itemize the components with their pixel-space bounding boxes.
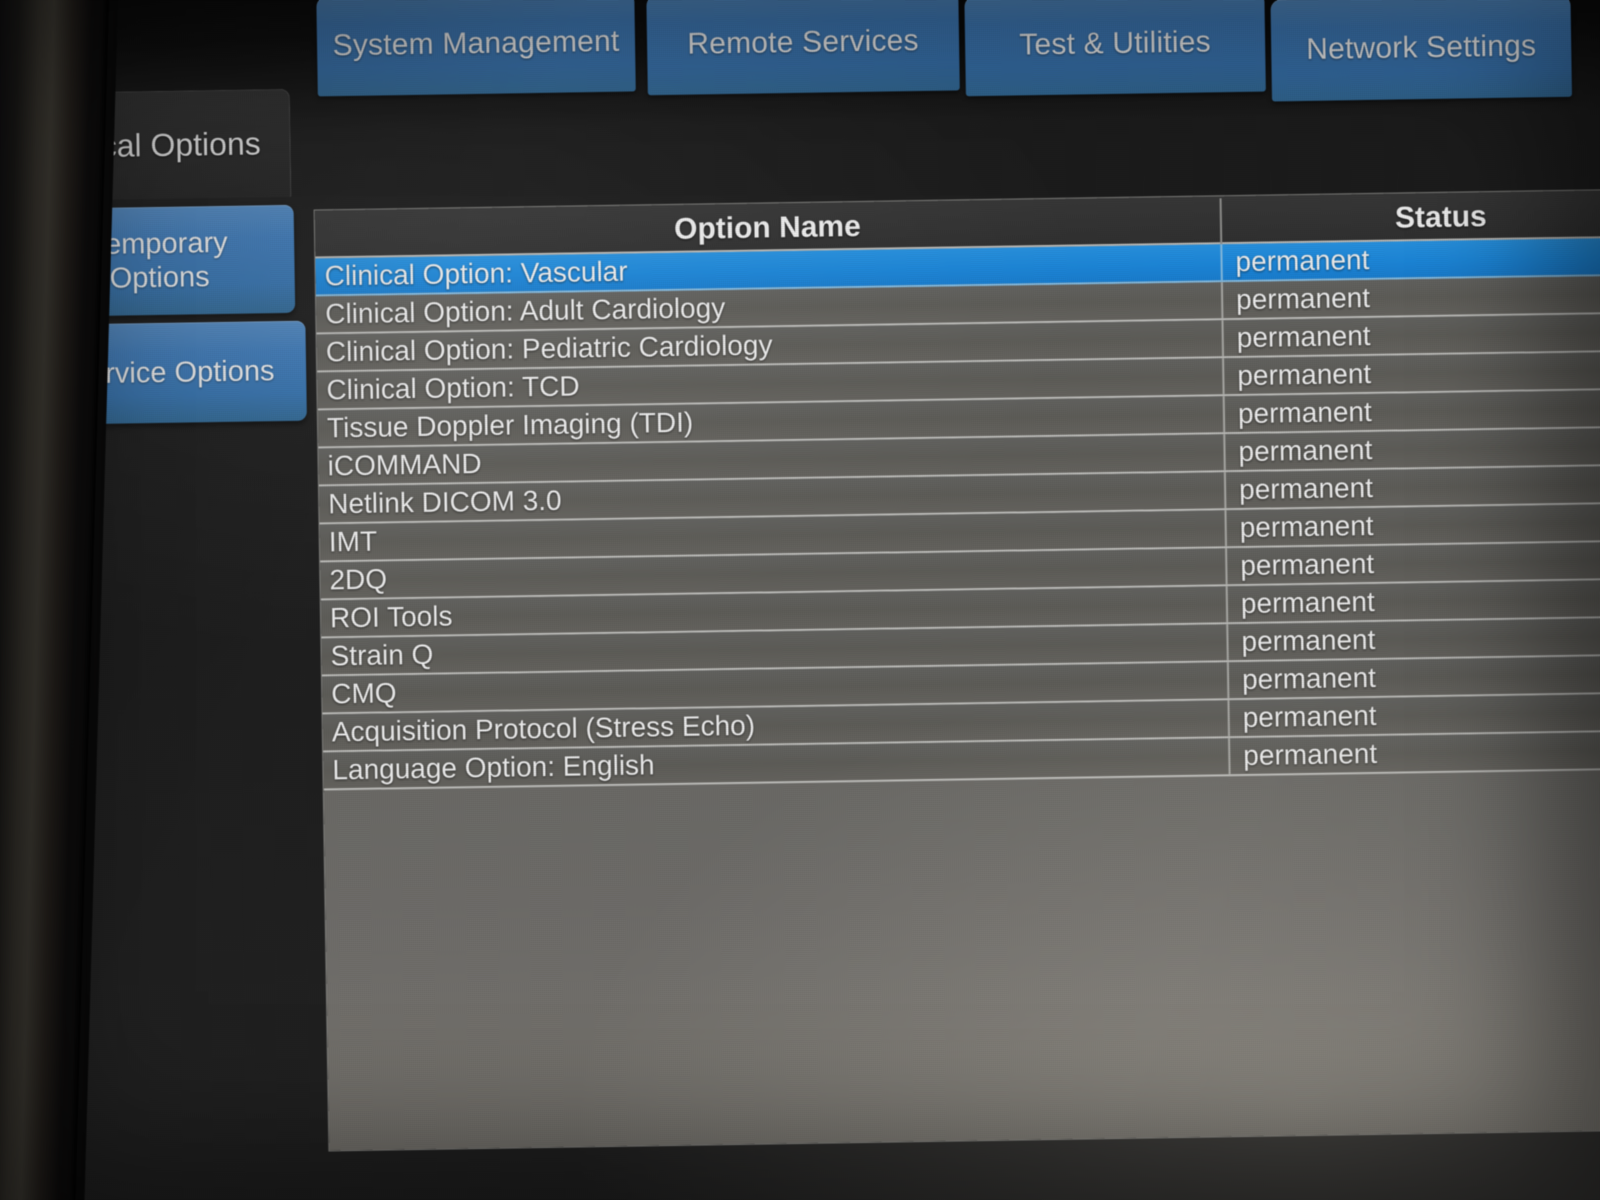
cell-status: permanent — [1223, 427, 1600, 471]
cell-status: permanent — [1220, 275, 1600, 319]
cell-status: permanent — [1223, 465, 1600, 509]
cell-status: permanent — [1225, 541, 1600, 585]
cell-status: permanent — [1226, 655, 1600, 699]
cell-status: permanent — [1226, 617, 1600, 661]
cell-status: permanent — [1222, 351, 1600, 395]
monitor-screen: System Management Remote Services Test &… — [0, 0, 1600, 1200]
column-header-status[interactable]: Status — [1219, 191, 1600, 245]
cell-status: permanent — [1222, 389, 1600, 433]
top-tab-strip: System Management Remote Services Test &… — [316, 0, 1600, 112]
options-panel: Option Name Status Clinical Option: Vasc… — [314, 189, 1600, 1151]
table-body: Clinical Option: Vascular permanent Clinic… — [315, 237, 1600, 791]
tab-remote-services[interactable]: Remote Services — [646, 0, 960, 96]
cell-status: permanent — [1220, 237, 1600, 281]
tab-test-and-utilities[interactable]: Test & Utilities — [964, 0, 1266, 97]
cell-status: permanent — [1225, 579, 1600, 623]
cell-status: permanent — [1221, 313, 1600, 357]
tab-network-settings[interactable]: Network Settings — [1270, 0, 1572, 102]
tab-system-management[interactable]: System Management — [316, 0, 636, 97]
cell-status: permanent — [1228, 731, 1600, 775]
cell-status: permanent — [1227, 693, 1600, 737]
cell-status: permanent — [1224, 503, 1600, 547]
monitor-photo: System Management Remote Services Test &… — [0, 0, 1600, 1200]
